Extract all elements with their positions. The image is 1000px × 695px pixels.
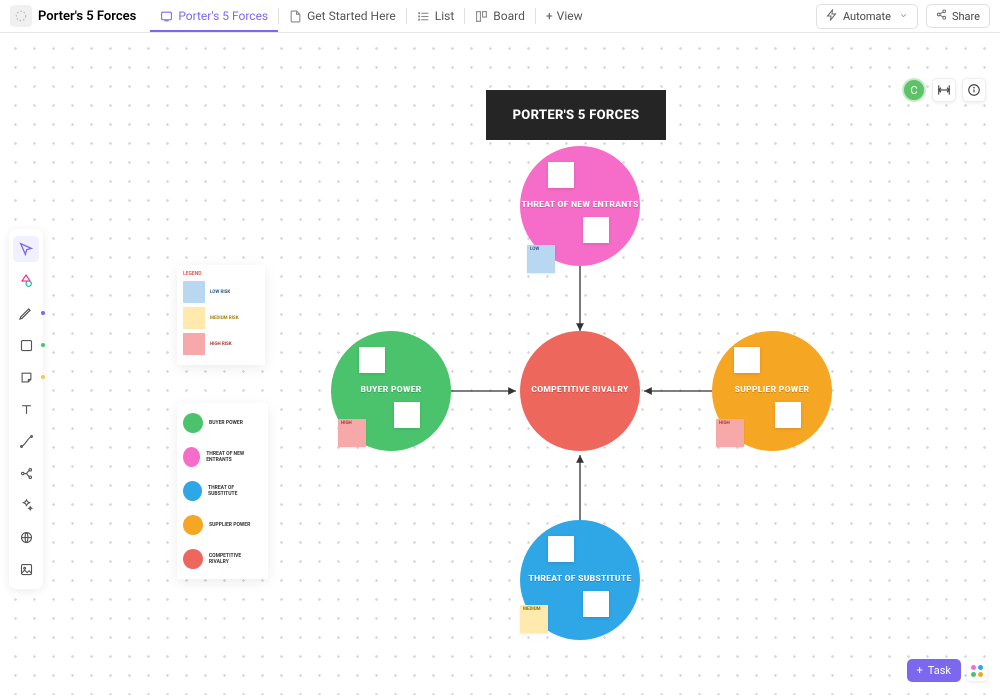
risk-tag-low[interactable]: LOW xyxy=(527,245,555,273)
share-label: Share xyxy=(952,10,980,23)
doc-icon xyxy=(289,10,302,23)
task-button[interactable]: + Task xyxy=(907,659,961,682)
chevron-down-icon xyxy=(899,10,908,23)
tab-board[interactable]: Board xyxy=(465,0,535,32)
automate-button[interactable]: Automate xyxy=(816,4,918,29)
risk-tag-high[interactable]: HIGH xyxy=(338,419,366,447)
bottom-right-controls: + Task xyxy=(907,659,987,682)
apps-button[interactable] xyxy=(967,661,987,681)
tab-get-started[interactable]: Get Started Here xyxy=(279,0,406,32)
view-tabs: Porter's 5 Forces Get Started Here List … xyxy=(150,0,592,32)
node-label: THREAT OF SUBSTITUTE xyxy=(520,574,640,584)
sticky-note[interactable] xyxy=(583,591,609,617)
tab-label: Porter's 5 Forces xyxy=(178,9,268,23)
node-competitive-rivalry[interactable]: COMPETITIVE RIVALRY xyxy=(520,331,640,451)
tab-porters-5-forces[interactable]: Porter's 5 Forces xyxy=(150,0,278,32)
page-title: Porter's 5 Forces xyxy=(38,9,136,24)
board-icon xyxy=(475,10,488,23)
sticky-note[interactable] xyxy=(548,162,574,188)
tab-list[interactable]: List xyxy=(407,0,465,32)
add-view-button[interactable]: + View xyxy=(536,9,593,23)
tab-label: Get Started Here xyxy=(307,9,396,23)
porters-diagram: PORTER'S 5 FORCES COMPETITIVE RIVALRY TH… xyxy=(0,33,1000,695)
whiteboard-canvas[interactable]: C LEGEND LOW RISK MEDIUM RISK HIGH RISK … xyxy=(0,33,1000,695)
share-button[interactable]: Share xyxy=(926,4,990,28)
node-label: SUPPLIER POWER xyxy=(712,385,832,395)
logo-icon[interactable] xyxy=(10,5,32,27)
node-label: BUYER POWER xyxy=(331,385,451,395)
node-label: THREAT OF NEW ENTRANTS xyxy=(520,200,640,210)
sticky-note[interactable] xyxy=(734,347,760,373)
add-view-label: View xyxy=(557,9,583,23)
sticky-note[interactable] xyxy=(394,402,420,428)
automate-label: Automate xyxy=(843,10,891,23)
sticky-note[interactable] xyxy=(583,217,609,243)
plus-icon: + xyxy=(546,9,553,23)
plus-icon: + xyxy=(917,664,923,677)
sticky-note[interactable] xyxy=(359,347,385,373)
whiteboard-icon xyxy=(160,10,173,23)
list-icon xyxy=(417,10,430,23)
header-bar: Porter's 5 Forces Porter's 5 Forces Get … xyxy=(0,0,1000,33)
sticky-note[interactable] xyxy=(548,536,574,562)
risk-tag-medium[interactable]: MEDIUM xyxy=(520,605,548,633)
task-label: Task xyxy=(928,664,951,677)
bolt-icon xyxy=(826,9,838,24)
risk-tag-high[interactable]: HIGH xyxy=(716,419,744,447)
share-icon xyxy=(936,9,947,23)
node-label: COMPETITIVE RIVALRY xyxy=(520,385,640,395)
tab-label: List xyxy=(435,9,455,23)
apps-icon xyxy=(971,665,983,677)
diagram-title[interactable]: PORTER'S 5 FORCES xyxy=(486,90,666,140)
header-right: Automate Share xyxy=(816,4,990,29)
tab-label: Board xyxy=(493,9,525,23)
sticky-note[interactable] xyxy=(775,402,801,428)
